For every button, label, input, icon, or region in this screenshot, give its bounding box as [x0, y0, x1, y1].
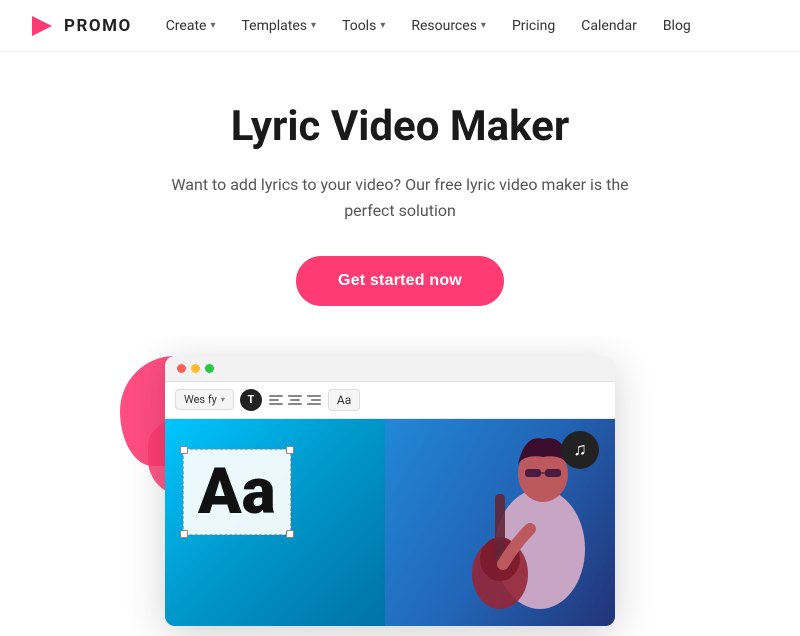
bold-button[interactable]: T [240, 389, 262, 411]
nav-item-create[interactable]: Create ▾ [156, 12, 226, 40]
font-selector[interactable]: Wes fy ▾ [175, 389, 234, 410]
promo-logo-icon [28, 12, 56, 40]
nav-item-templates[interactable]: Templates ▾ [232, 12, 327, 40]
nav-label-templates: Templates [242, 18, 308, 34]
resize-handle-bl[interactable] [180, 530, 188, 538]
text-sample: Aa [198, 454, 276, 529]
align-right-icon[interactable] [306, 392, 322, 408]
hero-section: Lyric Video Maker Want to add lyrics to … [0, 52, 800, 336]
chevron-down-icon: ▾ [481, 20, 486, 31]
chevron-down-icon: ▾ [311, 20, 316, 31]
nav-label-blog: Blog [663, 18, 691, 34]
logo-text: PROMO [64, 16, 132, 36]
nav-item-tools[interactable]: Tools ▾ [332, 12, 395, 40]
text-style-button[interactable]: Aa [328, 389, 360, 411]
nav-item-blog[interactable]: Blog [653, 12, 701, 40]
navbar: PROMO Create ▾ Templates ▾ Tools ▾ Resou… [0, 0, 800, 52]
nav-label-pricing: Pricing [512, 18, 555, 34]
chevron-down-icon: ▾ [380, 20, 385, 31]
chevron-down-icon: ▾ [210, 20, 215, 31]
resize-handle-tr[interactable] [286, 446, 294, 454]
editor-canvas: Aa ♫ [165, 419, 615, 626]
resize-handle-br[interactable] [286, 530, 294, 538]
window-close-dot [177, 364, 186, 373]
font-name: Wes fy [184, 393, 217, 406]
hero-subtitle: Want to add lyrics to your video? Our fr… [150, 172, 650, 223]
music-note-icon: ♫ [573, 439, 587, 460]
nav-item-resources[interactable]: Resources ▾ [401, 12, 496, 40]
nav-label-create: Create [166, 18, 207, 34]
nav-item-pricing[interactable]: Pricing [502, 12, 565, 40]
preview-section: Wes fy ▾ T Aa [0, 336, 800, 636]
resize-handle-tl[interactable] [180, 446, 188, 454]
align-center-icon[interactable] [287, 392, 303, 408]
nav-label-calendar: Calendar [581, 18, 637, 34]
nav-item-calendar[interactable]: Calendar [571, 12, 647, 40]
music-button[interactable]: ♫ [561, 431, 599, 469]
text-selection-box[interactable]: Aa [183, 449, 291, 535]
window-minimize-dot [191, 364, 200, 373]
get-started-button[interactable]: Get started now [296, 256, 504, 306]
logo[interactable]: PROMO [28, 12, 132, 40]
nav-label-resources: Resources [411, 18, 477, 34]
nav-label-tools: Tools [342, 18, 376, 34]
editor-toolbar: Wes fy ▾ T Aa [165, 382, 615, 419]
window-expand-dot [205, 364, 214, 373]
editor-window: Wes fy ▾ T Aa [165, 356, 615, 626]
alignment-controls [268, 392, 322, 408]
align-left-icon[interactable] [268, 392, 284, 408]
page-title: Lyric Video Maker [20, 102, 780, 152]
chevron-down-icon: ▾ [221, 395, 225, 404]
window-titlebar [165, 356, 615, 382]
